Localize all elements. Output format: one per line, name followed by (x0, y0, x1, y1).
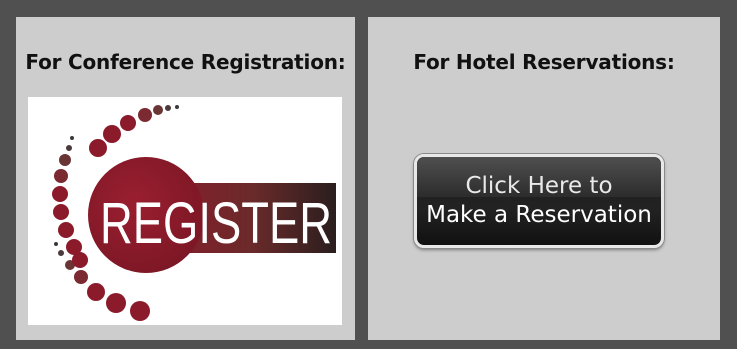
register-logo: REGISTER (52, 105, 336, 321)
page: { "left_panel": { "heading": "For Confer… (0, 0, 737, 349)
hotel-reservations-panel: For Hotel Reservations: Click Here to Ma… (368, 17, 720, 340)
reservation-button-line1: Click Here to (465, 173, 613, 199)
register-button[interactable]: REGISTER (28, 97, 342, 325)
make-reservation-button[interactable]: Click Here to Make a Reservation (414, 154, 664, 248)
conference-registration-panel: For Conference Registration: REGISTER (16, 17, 355, 340)
reservation-button-line2: Make a Reservation (426, 202, 652, 228)
register-text: REGISTER (100, 191, 332, 256)
hotel-reservations-heading: For Hotel Reservations: (413, 50, 675, 74)
conference-registration-heading: For Conference Registration: (25, 50, 346, 74)
